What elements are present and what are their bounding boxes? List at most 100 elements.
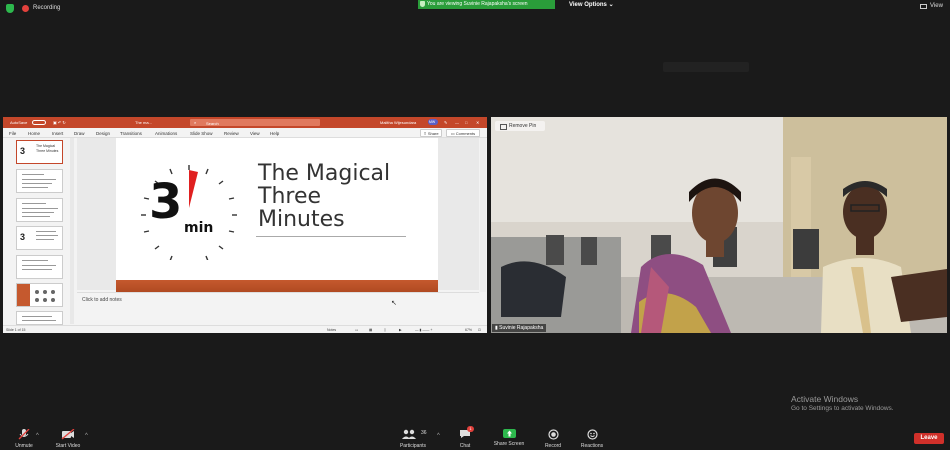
autosave-label: AutoSave bbox=[10, 120, 28, 125]
participants-count: 36 bbox=[421, 430, 427, 436]
save-icon[interactable]: ▣ ↶ ↻ bbox=[53, 120, 66, 125]
tab-animations[interactable]: Animations bbox=[155, 131, 177, 136]
thumb-text-line bbox=[22, 187, 48, 188]
slide-thumbnail-5[interactable]: 5 bbox=[16, 255, 63, 279]
mouse-cursor-icon: ↖ bbox=[391, 300, 397, 307]
participants-caret-icon[interactable]: ^ bbox=[437, 433, 440, 439]
record-button[interactable]: Record bbox=[541, 429, 565, 449]
activate-line2: Go to Settings to activate Windows. bbox=[791, 405, 894, 412]
recording-label: Recording bbox=[33, 5, 61, 11]
slide-thumbnail-3[interactable]: 3 bbox=[16, 198, 63, 222]
tab-design[interactable]: Design bbox=[96, 131, 110, 136]
smiley-icon bbox=[586, 429, 598, 440]
notes-placeholder: Click to add notes bbox=[82, 297, 122, 303]
meeting-top-bar: Recording You are viewing Suvinie Rajapa… bbox=[0, 0, 950, 16]
reactions-button[interactable]: Reactions bbox=[578, 429, 606, 449]
remove-pin-button[interactable]: Remove Pin bbox=[495, 121, 545, 131]
thumb-text-line bbox=[22, 316, 52, 317]
doc-title[interactable]: The ma... bbox=[135, 120, 152, 125]
canvas-scrollbar[interactable] bbox=[480, 138, 486, 292]
video-options-caret-icon[interactable]: ^ bbox=[85, 433, 88, 439]
tab-view[interactable]: View bbox=[250, 131, 260, 136]
recording-indicator[interactable]: Recording bbox=[22, 2, 60, 14]
slide-thumbnail-6[interactable]: 6 bbox=[16, 283, 63, 307]
thumb-text-line bbox=[22, 265, 56, 266]
comments-button[interactable]: ▭ Comments bbox=[446, 129, 480, 137]
tab-insert[interactable]: Insert bbox=[52, 131, 63, 136]
thumb-dot-icon bbox=[51, 298, 55, 302]
thumb-text-line bbox=[22, 212, 54, 213]
thumb-text-line bbox=[22, 320, 56, 321]
slideshow-view-icon[interactable]: ▶ bbox=[399, 328, 402, 332]
reading-view-icon[interactable]: ▯ bbox=[384, 328, 386, 332]
fit-to-window-icon[interactable]: ⊡ bbox=[478, 328, 481, 332]
search-box[interactable]: ⌕ Search bbox=[190, 119, 320, 126]
audio-options-caret-icon[interactable]: ^ bbox=[36, 433, 39, 439]
participant-name-tag: ▮ Suvinie Rajapaksha bbox=[492, 324, 547, 332]
share-button[interactable]: ⇪ Share bbox=[420, 129, 442, 137]
thumbnail-scrollbar[interactable] bbox=[70, 138, 74, 324]
slide-thumbnail-7[interactable]: 7 bbox=[16, 311, 63, 325]
thumb-text-line bbox=[22, 183, 52, 184]
avatar[interactable]: MW bbox=[428, 119, 438, 125]
record-icon bbox=[547, 429, 559, 440]
slide-thumbnail-2[interactable]: 2 bbox=[16, 169, 63, 193]
tab-file[interactable]: File bbox=[9, 131, 16, 136]
chat-button[interactable]: 1 Chat bbox=[456, 426, 474, 449]
zoom-slider[interactable]: — ▮ —— + bbox=[415, 328, 432, 332]
video-off-icon bbox=[61, 429, 75, 440]
thumb-text-line bbox=[22, 179, 56, 180]
share-screen-label: Share Screen bbox=[493, 441, 525, 447]
tab-help[interactable]: Help bbox=[270, 131, 279, 136]
slide-thumbnail-4[interactable]: 4 3 bbox=[16, 226, 63, 250]
participant-name: Suvinie Rajapaksha bbox=[499, 325, 544, 331]
share-label: Share bbox=[427, 131, 439, 136]
thumb-text-line bbox=[22, 260, 48, 261]
tab-transitions[interactable]: Transitions bbox=[120, 131, 142, 136]
record-label: Record bbox=[544, 443, 562, 449]
thumb-title: The Magical Three Minutes bbox=[36, 144, 59, 153]
tab-review[interactable]: Review bbox=[224, 131, 239, 136]
title-underline bbox=[256, 236, 406, 237]
participants-button[interactable]: 36 Participants bbox=[396, 429, 430, 449]
notes-pane[interactable]: Click to add notes ↖ bbox=[77, 292, 479, 324]
thumb-dot-icon bbox=[43, 298, 47, 302]
timer-thumb-icon: 3 bbox=[20, 146, 26, 156]
viewing-banner-text: You are viewing Suvinie Rajapaksha's scr… bbox=[427, 1, 528, 7]
search-icon: ⌕ bbox=[194, 120, 197, 125]
tab-draw[interactable]: Draw bbox=[74, 131, 85, 136]
start-video-label: Start Video bbox=[55, 443, 81, 449]
normal-view-icon[interactable]: ▭ bbox=[355, 328, 358, 332]
close-icon[interactable]: ✕ bbox=[476, 120, 479, 125]
chat-badge: 1 bbox=[467, 426, 474, 432]
minimize-icon[interactable]: — bbox=[455, 120, 459, 125]
ribbon-display-icon[interactable]: ✎ bbox=[444, 120, 447, 125]
timer-thumb-icon: 3 bbox=[20, 232, 26, 242]
shared-screen[interactable]: AutoSave ▣ ↶ ↻ The ma... ⌕ Search Malith… bbox=[3, 117, 487, 333]
tab-slide-show[interactable]: Slide Show bbox=[190, 131, 213, 136]
maximize-icon[interactable]: □ bbox=[465, 120, 467, 125]
slide-thumbnail-1[interactable]: 1 3 The Magical Three Minutes bbox=[16, 140, 63, 164]
autosave-toggle[interactable] bbox=[32, 120, 46, 125]
start-video-button[interactable]: Start Video bbox=[52, 429, 84, 449]
thumb-dot-icon bbox=[35, 298, 39, 302]
notes-toggle[interactable]: Notes bbox=[327, 328, 336, 332]
security-shield-icon[interactable] bbox=[6, 4, 14, 13]
current-slide[interactable]: 3 min The Magical Three Minutes bbox=[116, 138, 438, 292]
thumb-text-line bbox=[36, 239, 54, 240]
share-screen-button[interactable]: Share Screen bbox=[490, 429, 528, 447]
leave-button[interactable]: Leave bbox=[914, 433, 944, 444]
participant-video[interactable]: Remove Pin ▮ Suvinie Rajapaksha bbox=[491, 117, 947, 333]
unmute-button[interactable]: Unmute bbox=[11, 429, 37, 449]
slide-title-line: The Magical bbox=[258, 161, 391, 186]
view-options-button[interactable]: View Options ⌄ bbox=[569, 1, 614, 8]
slide-sorter-icon[interactable]: ▦ bbox=[369, 328, 372, 332]
comments-label: Comments bbox=[455, 131, 476, 136]
view-button[interactable]: View bbox=[920, 3, 943, 9]
tab-home[interactable]: Home bbox=[28, 131, 40, 136]
chat-label: Chat bbox=[459, 443, 471, 449]
status-bar: Slide 1 of 15 Notes ▭ ▦ ▯ ▶ — ▮ —— + 67%… bbox=[3, 325, 487, 333]
slide-counter: Slide 1 of 15 bbox=[6, 328, 26, 332]
timer-unit: min bbox=[184, 220, 214, 236]
zoom-level[interactable]: 67% bbox=[465, 328, 472, 332]
